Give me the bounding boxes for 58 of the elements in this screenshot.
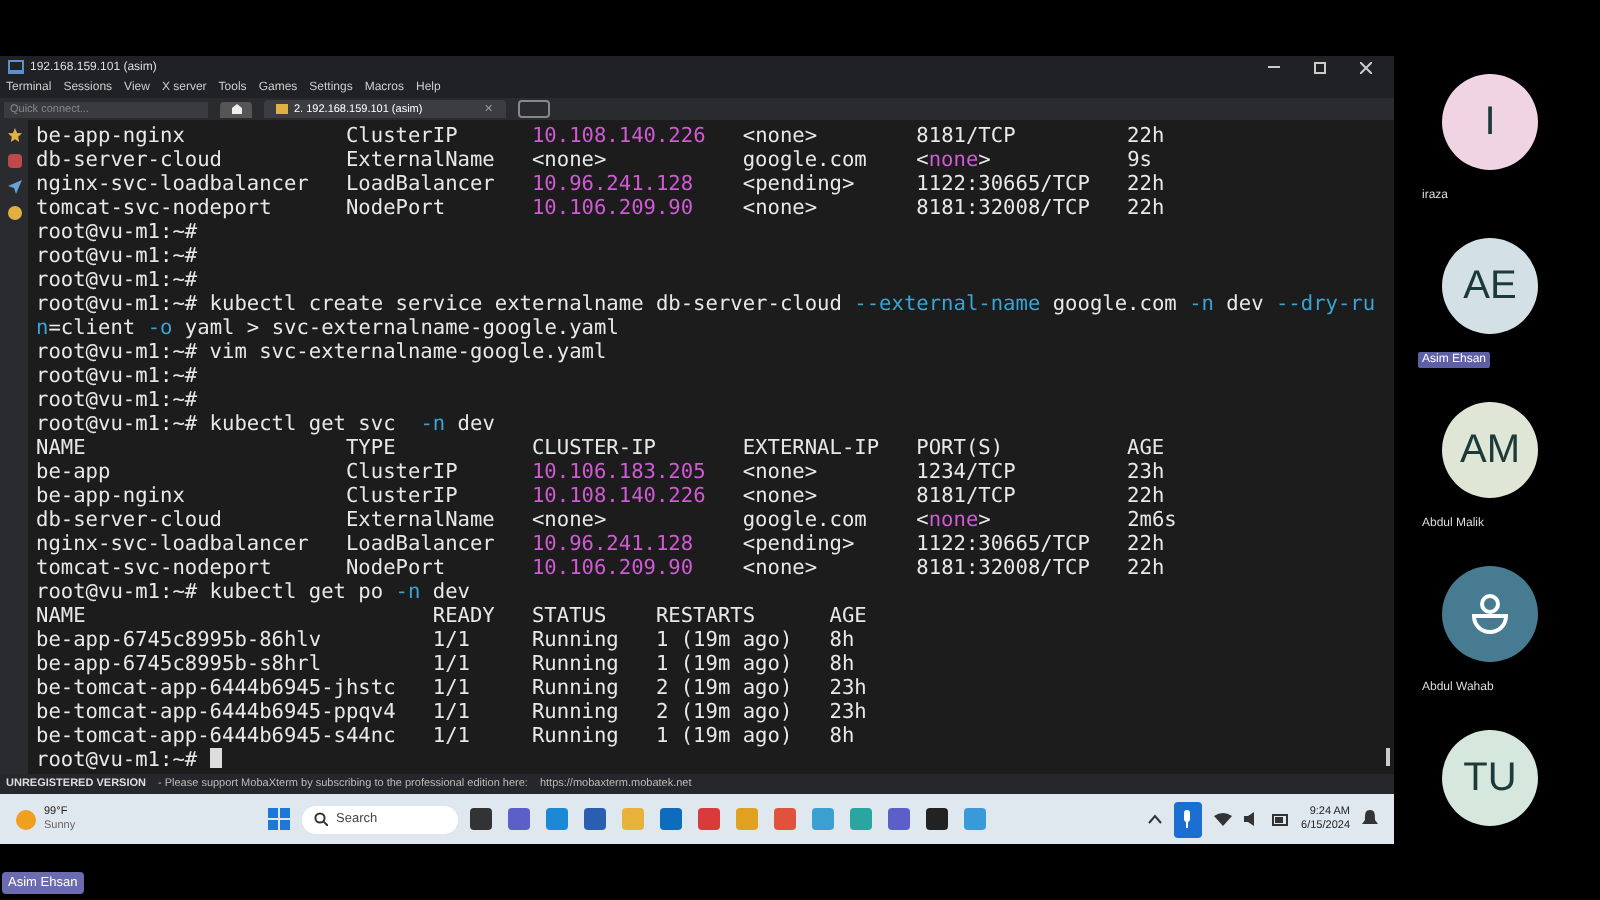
terminal-line: be-app-6745c8995b-s8hrl 1/1 Running 1 (19m ago) 8h bbox=[36, 652, 855, 676]
windows-start-icon[interactable] bbox=[268, 808, 290, 830]
app-icon[interactable] bbox=[926, 808, 948, 830]
wifi-icon[interactable] bbox=[1213, 812, 1232, 826]
restore-icon[interactable] bbox=[1314, 61, 1326, 73]
search-icon[interactable] bbox=[314, 812, 328, 826]
terminal-line: tomcat-svc-nodeport NodePort 10.106.209.90 <none> 8181:32008/TCP 22h bbox=[36, 556, 1165, 580]
terminal-line: be-app-nginx ClusterIP 10.108.140.226 <none> 8181/TCP 22h bbox=[36, 484, 1165, 508]
folder-icon bbox=[276, 104, 288, 114]
terminal-line: root@vu-m1:~# bbox=[36, 388, 198, 412]
avatar: AM bbox=[1442, 402, 1538, 498]
terminal-line: root@vu-m1:~# vim svc-externalname-google.yaml bbox=[36, 340, 607, 364]
terminal-line: be-app ClusterIP 10.106.183.205 <none> 1234/TCP 23h bbox=[36, 460, 1165, 484]
terminal-line: root@vu-m1:~# kubectl create service externalname db-server-cloud --external-name google.com -n dev --dry-ru bbox=[36, 292, 1376, 316]
home-tab[interactable] bbox=[220, 101, 252, 117]
microphone-button[interactable] bbox=[1173, 801, 1202, 837]
app-icon[interactable] bbox=[470, 808, 492, 830]
chevron-up-icon[interactable] bbox=[1147, 814, 1162, 824]
app-icon[interactable] bbox=[508, 808, 530, 830]
scrollbar[interactable] bbox=[1386, 748, 1390, 766]
close-icon[interactable] bbox=[1360, 61, 1372, 73]
terminal-line: root@vu-m1:~# kubectl get po -n dev bbox=[36, 580, 470, 604]
microphone-icon bbox=[1182, 810, 1193, 828]
bell-icon[interactable] bbox=[1362, 810, 1378, 828]
cursor bbox=[209, 748, 222, 768]
avatar: TU bbox=[1442, 730, 1538, 826]
terminal-line: nginx-svc-loadbalancer LoadBalancer 10.96.241.128 <pending> 1122:30665/TCP 22h bbox=[36, 172, 1165, 196]
terminal-line: db-server-cloud ExternalName <none> google.com <none> 2m6s bbox=[36, 508, 1177, 532]
person-icon bbox=[1470, 592, 1510, 636]
star-icon[interactable] bbox=[7, 128, 21, 142]
house-icon bbox=[231, 104, 241, 114]
terminal-line: NAME READY STATUS RESTARTS AGE bbox=[36, 604, 867, 628]
terminal-line: tomcat-svc-nodeport NodePort 10.106.209.90 <none> 8181:32008/TCP 22h bbox=[36, 196, 1165, 220]
terminal-line: root@vu-m1:~# bbox=[36, 268, 198, 292]
avatar: AE bbox=[1442, 238, 1538, 334]
terminal-line: root@vu-m1:~# bbox=[36, 748, 222, 772]
sun-icon bbox=[16, 809, 36, 829]
terminal-line: be-tomcat-app-6444b6945-s44nc 1/1 Running 1 (19m ago) 8h bbox=[36, 724, 855, 748]
speaker-icon[interactable] bbox=[1243, 812, 1260, 826]
terminal-line: n=client -o yaml > svc-externalname-google.yaml bbox=[36, 316, 619, 340]
app-icon[interactable] bbox=[888, 808, 910, 830]
terminal-line: NAME TYPE CLUSTER-IP EXTERNAL-IP PORT(S) AGE bbox=[36, 436, 1165, 460]
terminal-line: root@vu-m1:~# bbox=[36, 364, 198, 388]
app-icon[interactable] bbox=[584, 808, 606, 830]
terminal-line: root@vu-m1:~# kubectl get svc -n dev bbox=[36, 412, 495, 436]
terminal-line: be-app-nginx ClusterIP 10.108.140.226 <none> 8181/TCP 22h bbox=[36, 124, 1165, 148]
terminal-line: root@vu-m1:~# bbox=[36, 220, 198, 244]
terminal-line: be-app-6745c8995b-86hlv 1/1 Running 1 (19m ago) 8h bbox=[36, 628, 855, 652]
terminal-line: nginx-svc-loadbalancer LoadBalancer 10.96.241.128 <pending> 1122:30665/TCP 22h bbox=[36, 532, 1165, 556]
avatar: I bbox=[1442, 74, 1538, 170]
new-tab-button[interactable] bbox=[518, 100, 551, 118]
terminal-line: root@vu-m1:~# bbox=[36, 244, 198, 268]
battery-icon[interactable] bbox=[1271, 813, 1290, 825]
terminal-line: be-tomcat-app-6444b6945-jhstc 1/1 Running 2 (19m ago) 23h bbox=[36, 676, 867, 700]
terminal-panel[interactable] bbox=[28, 120, 1394, 774]
terminal-line: db-server-cloud ExternalName <none> google.com <none> 9s bbox=[36, 148, 1152, 172]
terminal-line: be-tomcat-app-6444b6945-ppqv4 1/1 Running 2 (19m ago) 23h bbox=[36, 700, 867, 724]
paper-plane-icon[interactable] bbox=[7, 180, 21, 194]
